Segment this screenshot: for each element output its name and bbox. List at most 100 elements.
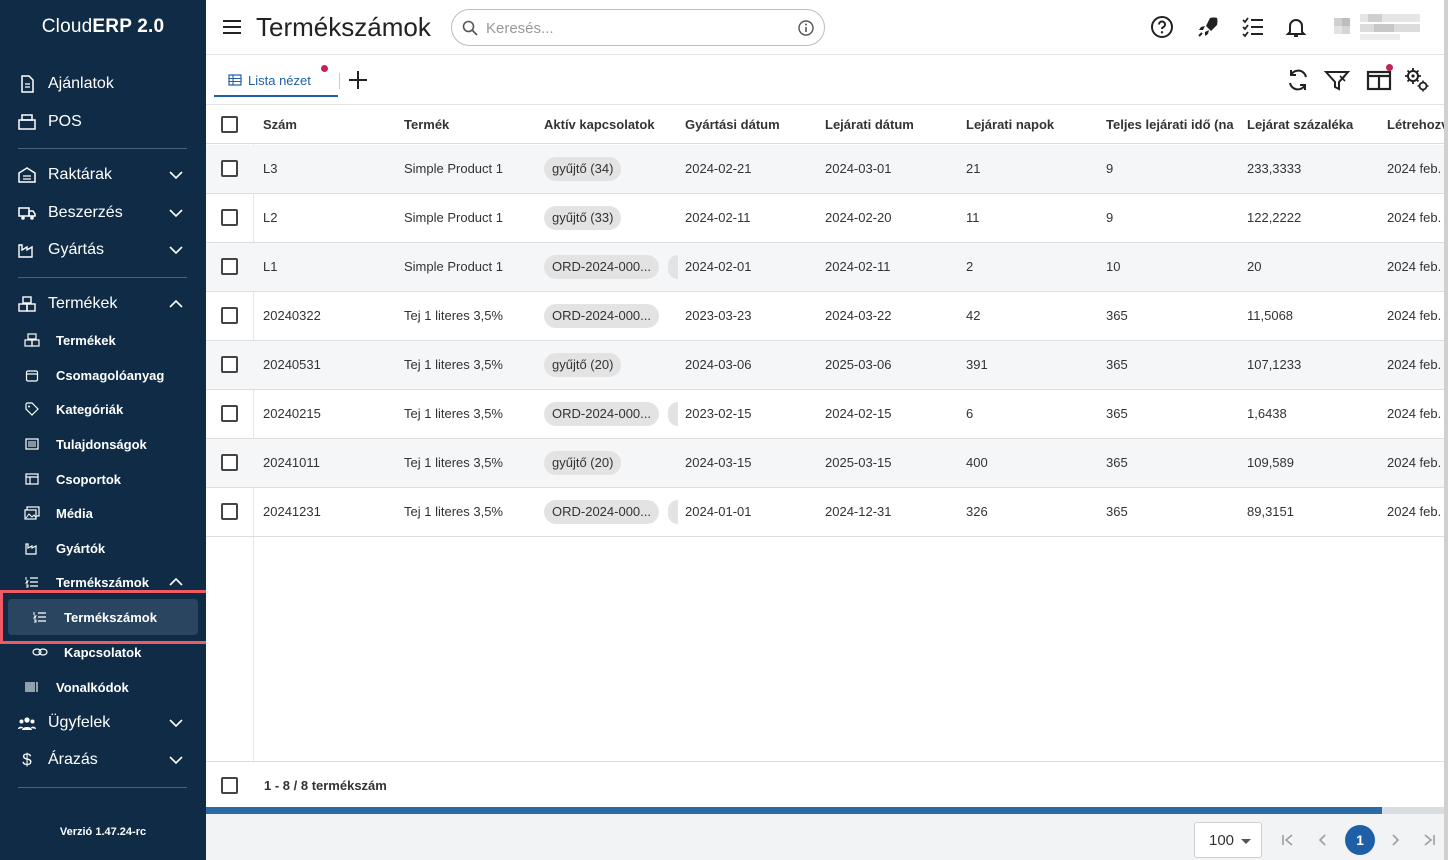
horizontal-scrollbar-thumb[interactable] <box>206 807 1382 814</box>
row-checkbox[interactable] <box>221 307 238 324</box>
previous-page-icon[interactable] <box>1316 833 1330 847</box>
column-header-gyartasi-datum[interactable]: Gyártási dátum <box>685 117 815 132</box>
column-header-lejarati-napok[interactable]: Lejárati napok <box>966 117 1096 132</box>
cell-szam: L1 <box>263 259 278 274</box>
table-row[interactable]: L1 Simple Product 1 2024-02-01 2024-02-11 2 1… <box>206 243 1448 292</box>
relation-chip[interactable]: gyűjtő (34) <box>544 157 622 181</box>
row-checkbox[interactable] <box>221 258 238 275</box>
last-page-icon[interactable] <box>1422 833 1436 847</box>
task-checklist-icon[interactable] <box>1241 15 1265 39</box>
sidebar-subitem-kategoriak[interactable]: Kategóriák <box>0 395 206 423</box>
column-header-termek[interactable]: Termék <box>404 117 534 132</box>
relation-chip[interactable]: gyűjtő (20) <box>544 353 622 377</box>
next-page-icon[interactable] <box>1388 833 1402 847</box>
sidebar-subitem-termekek[interactable]: Termékek <box>0 326 206 354</box>
first-page-icon[interactable] <box>1281 833 1295 847</box>
cell-gyartasi-datum: 2024-03-06 <box>685 357 752 372</box>
refresh-icon[interactable] <box>1285 67 1311 93</box>
table-row[interactable]: 20241011 Tej 1 literes 3,5% 2024-03-15 2025… <box>206 439 1448 488</box>
sidebar: Cloud ERP 2.0 Ajánlatok POS Raktárak Besz… <box>0 0 209 860</box>
current-page-button[interactable]: 1 <box>1345 825 1375 855</box>
cell-gyartasi-datum: 2024-02-01 <box>685 259 752 274</box>
relation-chip[interactable]: ORD-2024-000... <box>544 255 659 279</box>
column-header-lejarat-szazaleka[interactable]: Lejárat százaléka <box>1247 117 1381 132</box>
sidebar-subitem-vonalkodok[interactable]: Vonalkódok <box>0 673 206 701</box>
search-input[interactable] <box>486 17 786 39</box>
sidebar-item-pos[interactable]: POS <box>0 104 206 140</box>
relation-chip-overflow[interactable] <box>668 500 678 524</box>
sidebar-item-label: Kategóriák <box>56 401 124 417</box>
hamburger-menu-icon[interactable] <box>222 17 242 37</box>
group-icon <box>24 471 40 487</box>
column-header-lejarati-datum[interactable]: Lejárati dátum <box>825 117 955 132</box>
sidebar-item-ugyfelek[interactable]: Ügyfelek <box>0 705 206 741</box>
row-checkbox[interactable] <box>221 503 238 520</box>
row-checkbox[interactable] <box>221 454 238 471</box>
cell-letrehozva: 2024 feb. <box>1387 161 1442 176</box>
sidebar-item-termekek[interactable]: Termékek <box>0 286 206 322</box>
sidebar-item-label: Kapcsolatok <box>64 644 142 660</box>
bell-icon[interactable] <box>1284 15 1308 39</box>
tab-lista-nezet[interactable]: Lista nézet <box>214 65 338 97</box>
user-avatar[interactable] <box>1334 12 1424 42</box>
filter-icon[interactable] <box>1324 67 1350 93</box>
table-row[interactable]: 20241231 Tej 1 literes 3,5% 2024-01-01 2024… <box>206 488 1448 537</box>
column-header-aktiv-kapcsolatok[interactable]: Aktív kapcsolatok <box>544 117 674 132</box>
cell-lejarat-szazaleka: 233,3333 <box>1247 161 1302 176</box>
column-header-szam[interactable]: Szám <box>263 117 393 132</box>
footer-select-checkbox[interactable] <box>221 777 238 794</box>
relation-chip-overflow[interactable] <box>668 255 678 279</box>
table-row[interactable]: 20240215 Tej 1 literes 3,5% 2023-02-15 2024… <box>206 390 1448 439</box>
window-edge <box>1444 0 1448 860</box>
page-size-select[interactable]: 100 <box>1194 822 1262 858</box>
relation-chip[interactable]: gyűjtő (20) <box>544 451 622 475</box>
relation-chip[interactable]: ORD-2024-000... <box>544 402 659 426</box>
sidebar-subitem-kapcsolatok[interactable]: Kapcsolatok <box>0 638 206 666</box>
settings-gears-icon[interactable] <box>1404 67 1430 93</box>
add-tab-icon[interactable] <box>347 69 369 91</box>
relation-chip[interactable]: ORD-2024-000... <box>544 304 659 328</box>
sidebar-item-beszerzes[interactable]: Beszerzés <box>0 195 206 231</box>
rocket-icon[interactable] <box>1196 15 1220 39</box>
chevron-up-icon <box>169 299 183 308</box>
select-all-checkbox[interactable] <box>221 116 238 133</box>
sidebar-item-raktarak[interactable]: Raktárak <box>0 157 206 193</box>
sidebar-item-label: Csoportok <box>56 471 121 487</box>
sidebar-item-arazas[interactable]: $ Árazás <box>0 742 206 778</box>
sidebar-item-ajanlatok[interactable]: Ajánlatok <box>0 66 206 102</box>
cell-teljes-lejarati-ido: 365 <box>1106 455 1128 470</box>
column-header-teljes-lejarati-ido[interactable]: Teljes lejárati idő (na <box>1106 117 1240 132</box>
cell-lejarat-szazaleka: 109,589 <box>1247 455 1294 470</box>
boxes-icon <box>24 332 40 348</box>
relation-chip[interactable]: ORD-2024-000... <box>544 500 659 524</box>
cell-termek: Tej 1 literes 3,5% <box>404 455 503 470</box>
table-row[interactable]: L3 Simple Product 1 2024-02-21 2024-03-01 21… <box>206 145 1448 194</box>
sidebar-subitem-csomagoloanyag[interactable]: Csomagolóanyag <box>0 361 206 389</box>
row-checkbox[interactable] <box>221 405 238 422</box>
row-checkbox[interactable] <box>221 209 238 226</box>
table-row[interactable]: 20240531 Tej 1 literes 3,5% 2024-03-06 2025… <box>206 341 1448 390</box>
relation-chip-overflow[interactable] <box>668 402 678 426</box>
help-icon[interactable] <box>1150 15 1174 39</box>
cell-letrehozva: 2024 feb. <box>1387 210 1442 225</box>
sidebar-subitem-media[interactable]: Média <box>0 499 206 527</box>
row-checkbox[interactable] <box>221 160 238 177</box>
sidebar-subitem-tulajdonsagok[interactable]: Tulajdonságok <box>0 430 206 458</box>
numbered-list-icon <box>24 574 40 590</box>
sidebar-subitem-gyartok[interactable]: Gyártók <box>0 534 206 562</box>
row-checkbox[interactable] <box>221 356 238 373</box>
table-row[interactable]: L2 Simple Product 1 2024-02-11 2024-02-20 11… <box>206 194 1448 243</box>
brand-bold: ERP 2.0 <box>92 16 165 37</box>
sidebar-subitem-csoportok[interactable]: Csoportok <box>0 465 206 493</box>
warehouse-icon <box>18 166 36 184</box>
sidebar-item-gyartas[interactable]: Gyártás <box>0 232 206 268</box>
package-icon <box>24 367 40 383</box>
media-icon <box>24 505 40 521</box>
column-header-letrehozva[interactable]: Létrehozv <box>1387 117 1448 132</box>
info-icon[interactable] <box>798 20 814 36</box>
cell-lejarati-datum: 2024-02-20 <box>825 210 892 225</box>
table-row[interactable]: 20240322 Tej 1 literes 3,5% 2023-03-23 2024… <box>206 292 1448 341</box>
relation-chip[interactable]: gyűjtő (33) <box>544 206 622 230</box>
brand-logo[interactable]: Cloud ERP 2.0 <box>0 0 206 54</box>
cell-teljes-lejarati-ido: 365 <box>1106 308 1128 323</box>
